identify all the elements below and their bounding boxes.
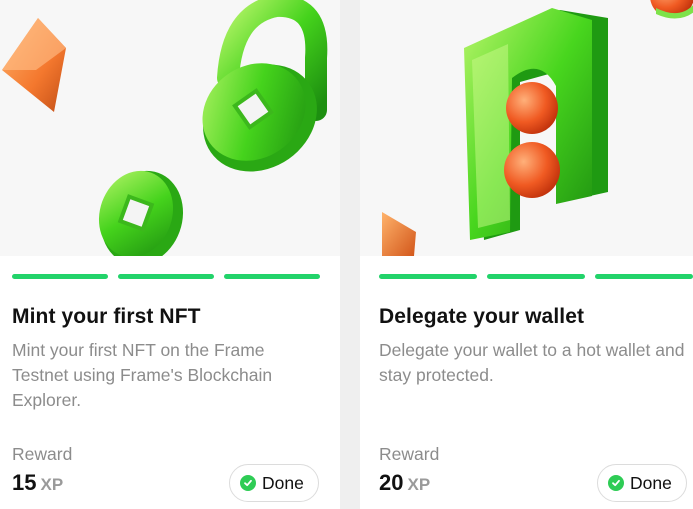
check-circle-icon bbox=[240, 475, 256, 491]
progress-bar bbox=[12, 274, 320, 279]
card-illustration bbox=[360, 0, 693, 256]
reward-value: 20 XP bbox=[379, 470, 430, 496]
reward-amount: 15 bbox=[12, 470, 37, 495]
reward-amount: 20 bbox=[379, 470, 404, 495]
orange-sphere bbox=[504, 142, 560, 198]
done-label: Done bbox=[262, 472, 304, 493]
quest-card-mint-nft[interactable]: Mint your first NFT Mint your first NFT … bbox=[0, 0, 340, 509]
padlock-illustration bbox=[2, 0, 328, 256]
reward-unit: XP bbox=[407, 475, 431, 494]
check-circle-icon bbox=[608, 475, 624, 491]
reward-value: 15 XP bbox=[12, 470, 63, 496]
arch-illustration bbox=[382, 0, 693, 256]
quest-title: Mint your first NFT bbox=[12, 305, 201, 328]
orange-gem-shape bbox=[382, 212, 416, 256]
quest-title: Delegate your wallet bbox=[379, 305, 585, 328]
quest-description: Mint your first NFT on the Frame Testnet… bbox=[12, 340, 273, 410]
card-illustration bbox=[0, 0, 340, 256]
reward-label: Reward bbox=[12, 444, 73, 464]
progress-segment bbox=[595, 274, 693, 279]
done-label: Done bbox=[630, 472, 672, 493]
done-status-button[interactable]: Done bbox=[597, 464, 687, 502]
progress-segment bbox=[12, 274, 108, 279]
quest-description: Delegate your wallet to a hot wallet and… bbox=[379, 340, 685, 385]
reward-label: Reward bbox=[379, 444, 440, 464]
quest-card-delegate-wallet[interactable]: Delegate your wallet Delegate your walle… bbox=[360, 0, 693, 509]
progress-bar bbox=[379, 274, 693, 279]
progress-segment bbox=[379, 274, 477, 279]
progress-segment bbox=[487, 274, 585, 279]
progress-segment bbox=[118, 274, 214, 279]
done-status-button[interactable]: Done bbox=[229, 464, 319, 502]
progress-segment bbox=[224, 274, 320, 279]
reward-unit: XP bbox=[40, 475, 64, 494]
orange-sphere bbox=[506, 82, 558, 134]
